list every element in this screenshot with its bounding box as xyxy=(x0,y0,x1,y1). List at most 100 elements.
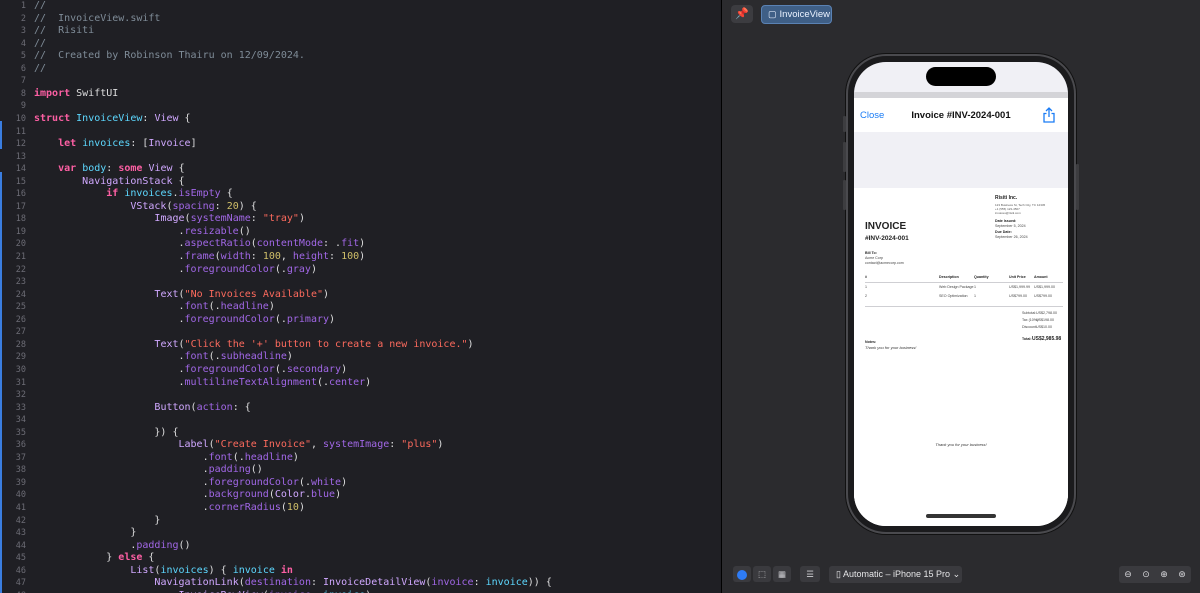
variants-button[interactable]: ▦ xyxy=(773,566,791,582)
code-line[interactable]: 45 } else { xyxy=(0,552,721,565)
code-token: foregroundColor xyxy=(208,476,299,488)
code-token: : xyxy=(214,200,227,212)
line-number: 8 xyxy=(20,88,26,99)
code-line[interactable]: 47 NavigationLink(destination: InvoiceDe… xyxy=(0,577,721,590)
code-line[interactable]: 15 NavigationStack { xyxy=(0,176,721,189)
code-token: . xyxy=(34,476,209,488)
zoom-out-icon[interactable]: ⊖ xyxy=(1121,570,1135,580)
volume-up-button xyxy=(843,142,846,172)
code-line[interactable]: 20 .aspectRatio(contentMode: .fit) xyxy=(0,238,721,251)
code-line[interactable]: 46 List(invoices) { invoice in xyxy=(0,565,721,578)
code-line[interactable]: 16 if invoices.isEmpty { xyxy=(0,188,721,201)
code-line[interactable]: 23 xyxy=(0,276,721,289)
code-token: padding xyxy=(136,539,179,551)
code-token: : xyxy=(473,577,486,589)
code-line[interactable]: 22 .foregroundColor(.gray) xyxy=(0,264,721,277)
code-token: ) { xyxy=(238,200,257,212)
line-number: 41 xyxy=(15,503,26,513)
code-line[interactable]: 24 Text("No Invoices Available") xyxy=(0,289,721,302)
code-line[interactable]: 21 .frame(width: 100, height: 100) xyxy=(0,251,721,264)
code-token: frame xyxy=(184,251,215,262)
zoom-fit-icon[interactable]: ⊛ xyxy=(1175,570,1189,580)
code-line[interactable]: 18 Image(systemName: "tray") xyxy=(0,213,721,226)
code-token: center xyxy=(329,376,366,388)
line-number: 44 xyxy=(15,540,26,551)
code-editor[interactable]: 1 // 2 // InvoiceView.swift 3 // Risiti 4 // 5 //… xyxy=(0,0,721,593)
code-line[interactable]: 11 xyxy=(0,126,721,139)
line-number: 25 xyxy=(15,302,26,313)
discount-label: Discount: xyxy=(1022,325,1037,329)
code-line[interactable]: 39 .foregroundColor(.white) xyxy=(0,477,721,490)
code-line[interactable]: 41 .cornerRadius(10) xyxy=(0,502,721,515)
selectable-button[interactable]: ⬚ xyxy=(753,566,771,582)
code-line[interactable]: 36 Label("Create Invoice", systemImage: … xyxy=(0,439,721,452)
code-text: // xyxy=(34,0,46,13)
pin-button[interactable]: 📌 xyxy=(731,5,753,23)
code-line[interactable]: 44 .padding() xyxy=(0,540,721,553)
code-line[interactable]: 19 .resizable() xyxy=(0,226,721,239)
code-line[interactable]: 9 xyxy=(0,100,721,113)
code-line[interactable]: 26 .foregroundColor(.primary) xyxy=(0,314,721,327)
code-line[interactable]: 12 let invoices: [Invoice] xyxy=(0,138,721,151)
code-line[interactable]: 34 xyxy=(0,414,721,427)
share-icon[interactable] xyxy=(1042,107,1056,123)
code-line[interactable]: 10 struct InvoiceView: View { xyxy=(0,113,721,126)
preview-tab-invoiceview[interactable]: ▢ InvoiceView xyxy=(761,5,832,24)
line-number: 42 xyxy=(15,515,26,526)
code-line[interactable]: 38 .padding() xyxy=(0,464,721,477)
code-line[interactable]: 13 xyxy=(0,151,721,164)
code-token: invoice xyxy=(232,564,275,576)
line-number: 11 xyxy=(15,126,26,137)
bill-to-name: Acme Corp xyxy=(865,256,883,260)
device-selector[interactable]: ▯ Automatic – iPhone 15 Pro ⌄ xyxy=(829,566,962,583)
code-text: var body: some View { xyxy=(34,163,185,176)
live-preview-button[interactable] xyxy=(733,566,751,582)
line-number: 23 xyxy=(15,277,26,288)
code-token: aspectRatio xyxy=(184,238,251,250)
code-token: . xyxy=(34,238,185,250)
code-token: "Click the '+' button to create a new in… xyxy=(184,338,468,350)
code-line[interactable]: 25 .font(.headline) xyxy=(0,301,721,314)
device-settings-button[interactable]: ☰ xyxy=(800,566,820,582)
code-line[interactable]: 7 xyxy=(0,75,721,88)
variants-icon: ▦ xyxy=(777,569,787,579)
code-token: . xyxy=(34,313,185,325)
zoom-in-icon[interactable]: ⊕ xyxy=(1157,570,1171,580)
code-line[interactable]: 6 // xyxy=(0,63,721,76)
code-token: subheadline xyxy=(220,351,287,363)
code-line[interactable]: 43 } xyxy=(0,527,721,540)
code-line[interactable]: 30 .foregroundColor(.secondary) xyxy=(0,364,721,377)
code-line[interactable]: 31 .multilineTextAlignment(.center) xyxy=(0,377,721,390)
code-line[interactable]: 35 }) { xyxy=(0,427,721,440)
code-token: View xyxy=(154,112,179,124)
code-line[interactable]: 33 Button(action: { xyxy=(0,402,721,415)
code-token: 10 xyxy=(286,502,299,513)
code-line[interactable]: 14 var body: some View { xyxy=(0,163,721,176)
row-unit-price: US$799.00 xyxy=(1009,294,1027,298)
code-line[interactable]: 28 Text("Click the '+' button to create … xyxy=(0,339,721,352)
code-line[interactable]: 29 .font(.subheadline) xyxy=(0,351,721,364)
invoice-sheet: Close Invoice #INV-2024-001 Risiti Inc. … xyxy=(854,98,1068,526)
code-line[interactable]: 1 // xyxy=(0,0,721,13)
code-line[interactable]: 40 .background(Color.blue) xyxy=(0,489,721,502)
code-line[interactable]: 32 xyxy=(0,389,721,402)
code-text: if invoices.isEmpty { xyxy=(34,188,232,201)
total-value: US$2,985.98 xyxy=(1032,336,1062,342)
code-line[interactable]: 2 // InvoiceView.swift xyxy=(0,13,721,26)
code-line[interactable]: 4 // xyxy=(0,38,721,51)
code-text: let invoices: [Invoice] xyxy=(34,138,197,151)
code-line[interactable]: 3 // Risiti xyxy=(0,25,721,38)
code-line[interactable]: 37 .font(.headline) xyxy=(0,452,721,465)
code-token: }) { xyxy=(34,426,179,438)
code-text: } else { xyxy=(34,552,154,565)
code-token: font xyxy=(184,351,209,363)
code-line[interactable]: 42 } xyxy=(0,515,721,528)
zoom-100-icon[interactable]: ⊙ xyxy=(1139,570,1153,580)
code-line[interactable]: 5 // Created by Robinson Thairu on 12/09/… xyxy=(0,50,721,63)
code-line[interactable]: 17 VStack(spacing: 20) { xyxy=(0,201,721,214)
code-line[interactable]: 8 import SwiftUI xyxy=(0,88,721,101)
code-token: 20 xyxy=(226,200,239,212)
code-line[interactable]: 27 xyxy=(0,326,721,339)
